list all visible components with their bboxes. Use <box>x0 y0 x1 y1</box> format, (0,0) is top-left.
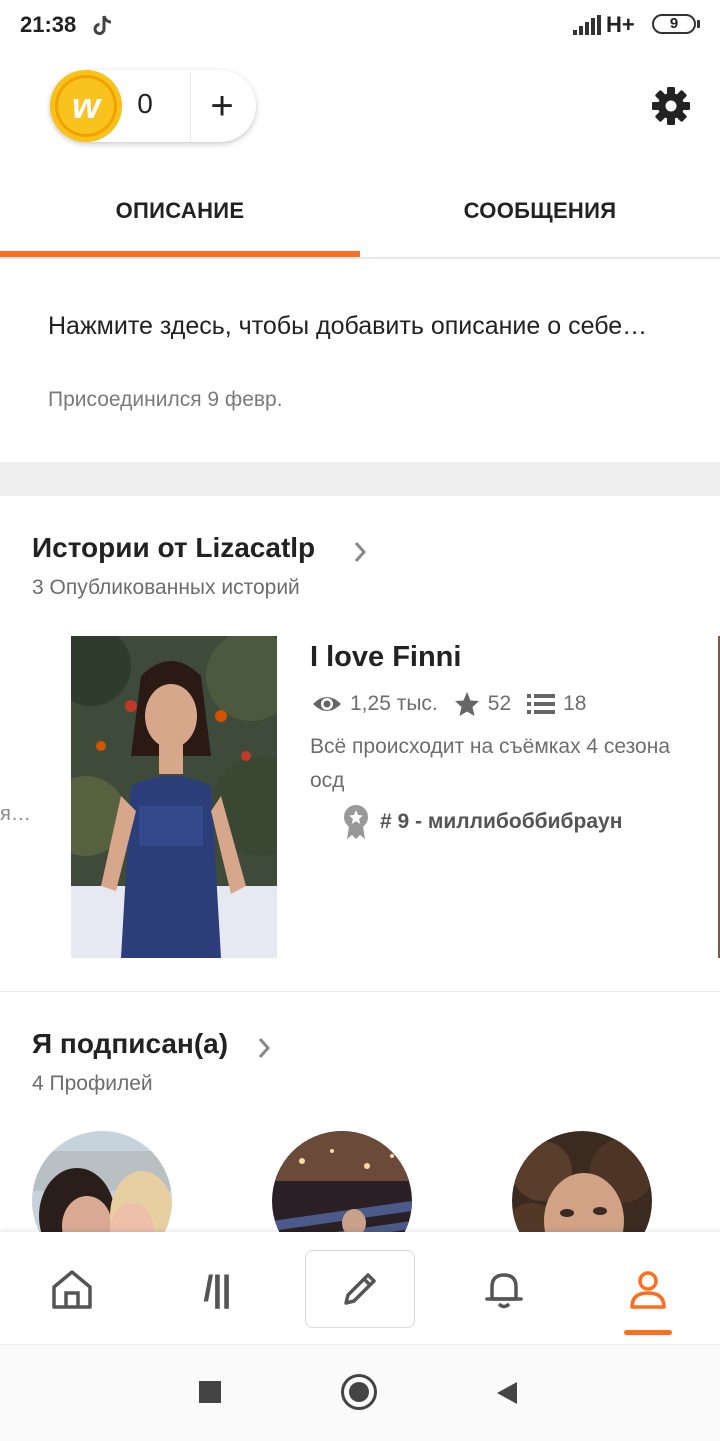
rank-badge-icon <box>344 805 368 839</box>
parts-count: 18 <box>563 692 587 715</box>
votes-count: 52 <box>487 692 512 715</box>
coin-letter: w <box>58 78 114 134</box>
eye-icon <box>313 697 341 711</box>
home-icon <box>52 1270 92 1309</box>
back-icon[interactable] <box>495 1380 519 1406</box>
tab-description[interactable]: ОПИСАНИЕ <box>0 180 360 258</box>
gear-icon[interactable] <box>651 86 691 126</box>
rank-text[interactable]: # 9 - миллибоббибраун <box>380 810 622 834</box>
stories-count: 3 Опубликованных историй <box>32 576 300 599</box>
network-type: H+ <box>606 12 635 37</box>
coin-count: 0 <box>137 88 153 119</box>
pencil-icon <box>344 1273 376 1305</box>
following-count: 4 Профилей <box>32 1072 153 1095</box>
story-stats: 1,25 тыс. 52 18 <box>312 688 602 720</box>
coin-icon: w <box>50 70 122 142</box>
section-divider <box>0 991 720 992</box>
story-description: Всё происходит на съёмках 4 сезона осд <box>310 735 670 792</box>
tab-messages[interactable]: СООБЩЕНИЯ <box>360 180 720 258</box>
story-rank: # 9 - миллибоббибраун <box>342 804 622 840</box>
chevron-right-icon[interactable] <box>352 540 368 564</box>
votes-stat: 52 <box>454 691 511 717</box>
nav-home[interactable] <box>17 1250 127 1328</box>
story-title[interactable]: I love Finni <box>310 641 461 674</box>
tab-divider <box>0 257 720 259</box>
stories-section-title[interactable]: Истории от Lizacatlp <box>32 532 315 564</box>
tiktok-icon <box>93 15 112 35</box>
signal-icon <box>573 15 601 35</box>
add-description-prompt[interactable]: Нажмите здесь, чтобы добавить описание о… <box>48 306 688 346</box>
add-coins-button[interactable]: + <box>192 74 252 138</box>
bell-icon <box>485 1273 523 1309</box>
status-time: 21:38 <box>20 12 77 37</box>
nav-notifications[interactable] <box>449 1250 559 1328</box>
previous-story-snippet: я… <box>0 803 31 825</box>
battery-nub <box>697 20 700 28</box>
joined-date: Присоединился 9 февр. <box>48 388 283 411</box>
profile-icon <box>630 1271 666 1309</box>
nav-write[interactable] <box>305 1250 415 1328</box>
chevron-right-icon[interactable] <box>256 1036 272 1060</box>
story-cover[interactable] <box>71 636 277 958</box>
section-divider <box>0 462 720 496</box>
coin-divider <box>190 72 191 140</box>
battery-level-text: 9 <box>669 15 679 32</box>
parts-stat: 18 <box>527 692 586 716</box>
story-cover-image <box>71 636 277 958</box>
system-home-icon[interactable] <box>341 1374 377 1410</box>
nav-active-indicator <box>624 1330 672 1335</box>
library-icon: /|| <box>203 1268 231 1309</box>
reads-stat: 1,25 тыс. <box>312 692 438 716</box>
nav-library[interactable]: /|| <box>162 1250 272 1328</box>
following-section-title[interactable]: Я подписан(а) <box>32 1028 228 1060</box>
reads-count: 1,25 тыс. <box>350 692 438 715</box>
list-icon <box>527 694 556 714</box>
battery-icon: 9 <box>652 14 696 34</box>
nav-profile[interactable] <box>593 1250 703 1328</box>
star-icon <box>454 692 479 716</box>
recents-icon[interactable] <box>199 1381 221 1403</box>
